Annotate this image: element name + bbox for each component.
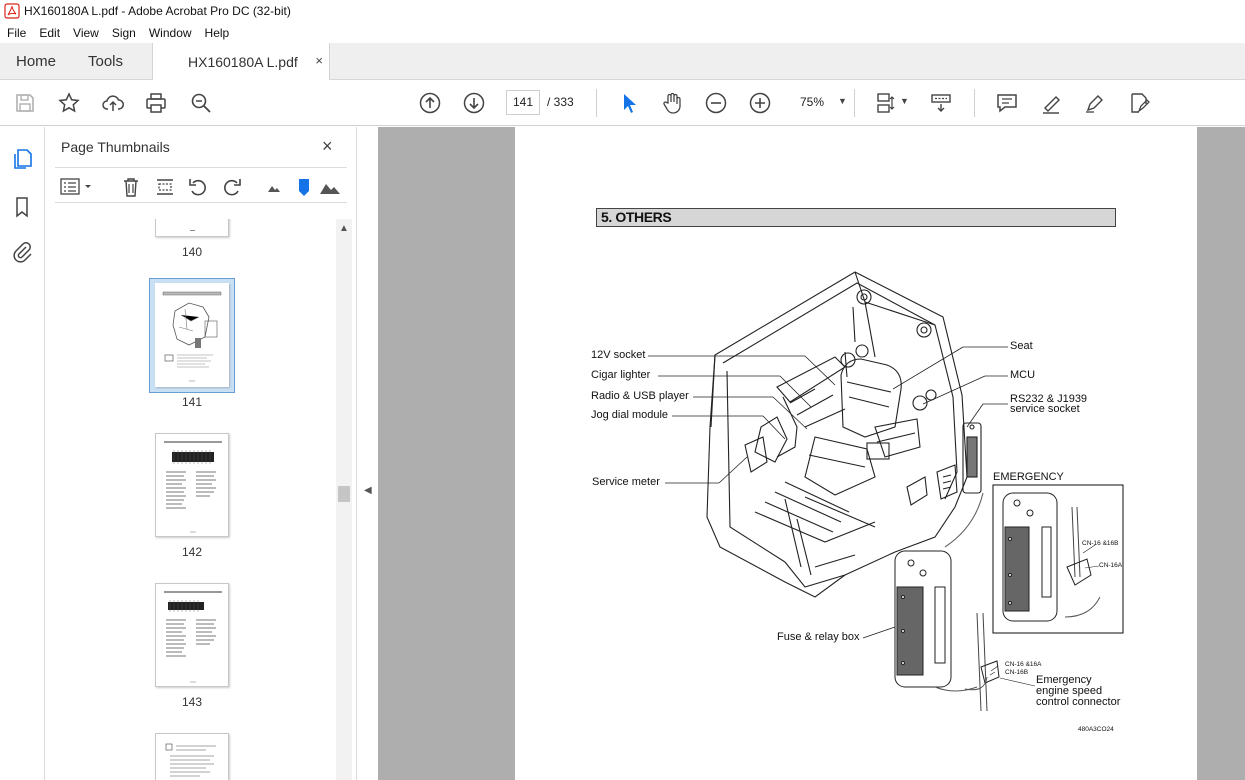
zoom-level[interactable]: 75% [800, 95, 824, 109]
thumbnail-label: 141 [181, 395, 203, 409]
highlight-pen-icon[interactable] [1039, 91, 1063, 115]
document-viewport[interactable]: 5. OTHERS 12V socket Cigar lighter Radio… [378, 127, 1245, 780]
panel-title: Page Thumbnails [61, 139, 170, 155]
delete-page-icon[interactable] [120, 176, 142, 198]
callout-radio-usb: Radio & USB player [591, 390, 689, 402]
callout-cn16-16a: CN-16 &16A [1005, 661, 1042, 668]
tab-home[interactable]: Home [16, 43, 56, 80]
callout-service-meter: Service meter [592, 476, 660, 488]
page-thumbnail[interactable] [155, 219, 229, 237]
tab-document[interactable]: HX160180A L.pdf × [152, 43, 330, 81]
callout-jog-dial: Jog dial module [591, 409, 669, 421]
emergency-label: EMERGENCY [993, 471, 1064, 483]
toolbar-divider [854, 89, 855, 117]
page-thumbnails-icon[interactable] [10, 147, 34, 171]
thumbnail-list: 140 141 142 143 [55, 219, 337, 780]
thumbnail-large-icon[interactable] [319, 176, 341, 198]
extract-page-icon[interactable] [154, 176, 176, 198]
fit-dropdown-icon[interactable]: ▼ [900, 96, 909, 106]
rotate-cw-icon[interactable] [221, 176, 243, 198]
tab-bar: Home Tools HX160180A L.pdf × [0, 43, 1245, 81]
thumbnail-toolbar [55, 167, 347, 203]
page-total: / 333 [547, 95, 574, 109]
callout-12v-socket: 12V socket [591, 349, 646, 361]
acrobat-app-icon [4, 3, 20, 19]
comment-icon[interactable] [995, 91, 1019, 115]
next-page-icon[interactable] [462, 91, 486, 115]
thumbnail-label: 140 [181, 245, 203, 259]
tab-tools[interactable]: Tools [88, 43, 123, 80]
save-icon[interactable] [13, 91, 37, 115]
page-thumbnail[interactable] [155, 733, 229, 780]
zoom-in-icon[interactable] [748, 91, 772, 115]
page-number-input[interactable]: 141 [506, 90, 540, 115]
select-cursor-icon[interactable] [617, 91, 641, 115]
page-thumbnails-panel: Page Thumbnails × 140 141 142 143 ▲ [45, 127, 356, 780]
zoom-search-icon[interactable] [189, 91, 213, 115]
page-thumbnail[interactable] [155, 583, 229, 687]
page-thumbnail-selected[interactable] [155, 283, 229, 387]
rotate-ccw-icon[interactable] [187, 176, 209, 198]
sign-pen-icon[interactable] [1083, 91, 1107, 115]
pdf-page: 5. OTHERS 12V socket Cigar lighter Radio… [515, 127, 1197, 780]
thumbnail-scrollbar[interactable]: ▲ [336, 219, 352, 780]
callout-cn16b: CN-16B [1005, 669, 1029, 676]
hand-tool-icon[interactable] [660, 91, 684, 115]
main-toolbar: 141 / 333 75% ▼ ▼ [0, 80, 1245, 126]
close-icon[interactable]: × [322, 136, 333, 157]
title-bar: HX160180A L.pdf - Adobe Acrobat Pro DC (… [0, 0, 1245, 22]
thumbnail-size-slider-icon[interactable] [293, 176, 315, 198]
cloud-upload-icon[interactable] [101, 91, 125, 115]
callout-mcu: MCU [1010, 369, 1036, 381]
star-icon[interactable] [57, 91, 81, 115]
window-title: HX160180A L.pdf - Adobe Acrobat Pro DC (… [24, 4, 291, 18]
left-navigation-strip [0, 127, 45, 780]
menu-help[interactable]: Help [198, 26, 236, 40]
bookmarks-icon[interactable] [10, 195, 34, 219]
menu-bar: File Edit View Sign Window Help [0, 22, 1245, 43]
scroll-up-icon[interactable]: ▲ [339, 223, 349, 234]
attachments-icon[interactable] [10, 240, 34, 264]
toolbar-divider [974, 89, 975, 117]
callout-fuse-relay: Fuse & relay box [777, 631, 860, 643]
callout-emergency-speed-3: control connector [1036, 696, 1121, 708]
menu-view[interactable]: View [66, 26, 105, 40]
tab-close-icon[interactable]: × [315, 53, 323, 68]
zoom-out-icon[interactable] [704, 91, 728, 115]
keyboard-scroll-icon[interactable] [929, 91, 953, 115]
thumbnail-label: 143 [181, 695, 203, 709]
print-icon[interactable] [144, 91, 168, 115]
page-thumbnail[interactable] [155, 433, 229, 537]
callout-rs232-line2: service socket [1010, 403, 1080, 415]
menu-edit[interactable]: Edit [32, 26, 66, 40]
thumbnail-small-icon[interactable] [263, 176, 285, 198]
callout-cigar-lighter: Cigar lighter [591, 369, 651, 381]
panel-splitter[interactable]: ◀ [356, 127, 378, 780]
options-menu-icon[interactable] [60, 176, 94, 198]
menu-sign[interactable]: Sign [105, 26, 142, 40]
cab-interior-illustration [648, 271, 1124, 712]
toolbar-divider [596, 89, 597, 117]
callout-cn16a: CN-16A [1099, 562, 1123, 569]
callout-seat: Seat [1010, 340, 1033, 352]
thumbnail-label: 142 [181, 545, 203, 559]
tab-document-label: HX160180A L.pdf [188, 54, 298, 70]
fit-page-icon[interactable] [874, 91, 898, 115]
edit-document-icon[interactable] [1127, 91, 1151, 115]
collapse-panel-icon[interactable]: ◀ [364, 485, 372, 496]
zoom-dropdown-icon[interactable]: ▼ [838, 96, 847, 106]
menu-file[interactable]: File [0, 26, 32, 40]
figure-code: 480A3CO24 [1078, 726, 1114, 733]
scrollbar-thumb[interactable] [338, 486, 350, 502]
callout-cn16-16b: CN-16 &16B [1082, 540, 1119, 547]
menu-window[interactable]: Window [142, 26, 198, 40]
previous-page-icon[interactable] [418, 91, 442, 115]
